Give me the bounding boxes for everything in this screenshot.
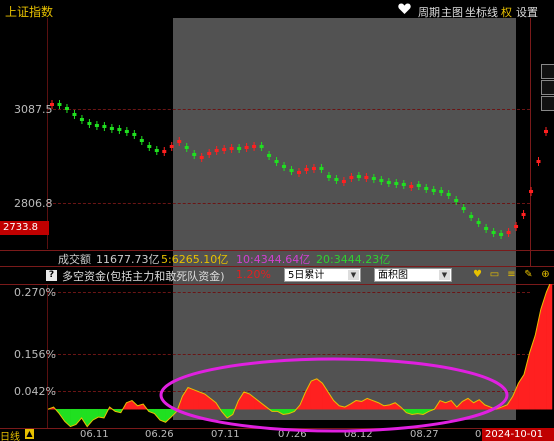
highlight-ellipse <box>159 357 509 433</box>
stock-chart-window: 上证指数 周期 主图 坐标线 权 设置 3087.5 2806.8 2733.8… <box>0 0 554 441</box>
